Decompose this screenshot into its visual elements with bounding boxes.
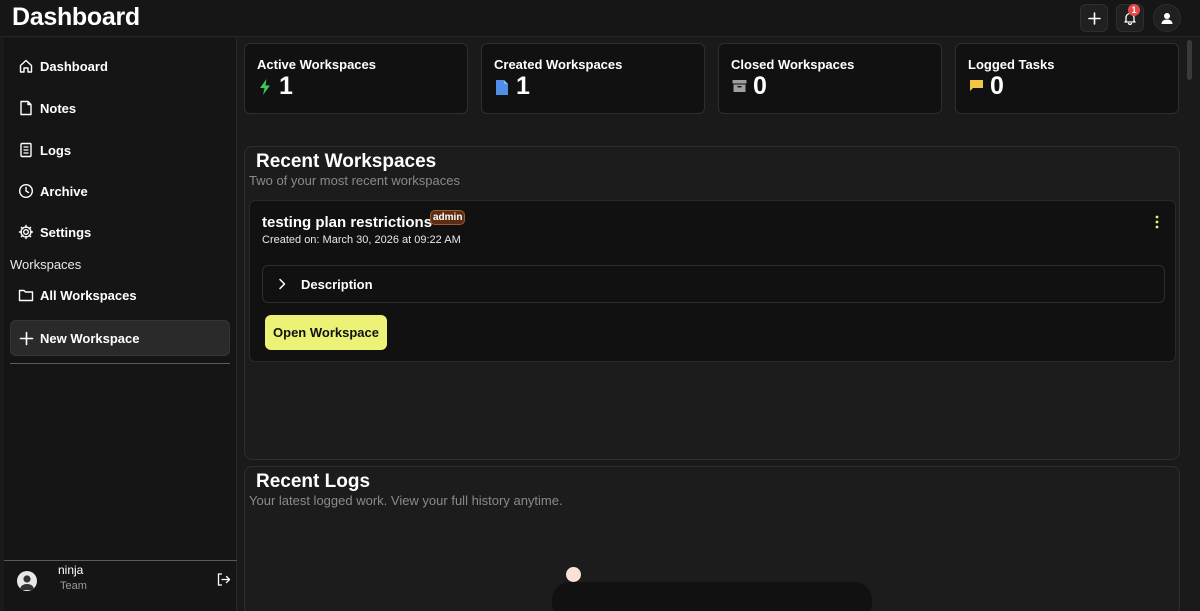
- logout-icon: [217, 573, 231, 586]
- scrollbar[interactable]: [1186, 38, 1200, 611]
- stat-title: Logged Tasks: [968, 57, 1055, 72]
- sidebar-item-label: Logs: [40, 142, 72, 158]
- logout-button[interactable]: [216, 572, 231, 592]
- workspaces-section-label: Workspaces: [10, 257, 82, 272]
- sidebar-item-label: Notes: [40, 100, 77, 116]
- stat-value: 1: [516, 72, 530, 100]
- avatar-user-icon: [20, 575, 34, 590]
- description-label: Description: [301, 277, 373, 292]
- avatar[interactable]: [17, 571, 37, 591]
- logs-icon: [20, 142, 32, 158]
- user-icon: [1161, 13, 1173, 24]
- scrollbar-thumb[interactable]: [1187, 40, 1192, 80]
- recent-workspaces-title: Recent Workspaces: [256, 151, 437, 172]
- page-title: Dashboard: [12, 3, 140, 31]
- sidebar-item-all-workspaces[interactable]: All Workspaces: [10, 281, 230, 309]
- recent-logs-subtitle: Your latest logged work. View your full …: [249, 493, 563, 508]
- new-workspace-button[interactable]: New Workspace: [10, 320, 230, 356]
- workspace-menu-button[interactable]: [1153, 214, 1161, 230]
- chevron-right-icon: [279, 278, 286, 290]
- logs-placeholder-card: [552, 582, 872, 611]
- notification-count-badge: 1: [1128, 4, 1140, 16]
- workspace-card: testing plan restrictions admin Created …: [249, 200, 1176, 362]
- stat-title: Active Workspaces: [257, 57, 376, 72]
- recent-workspaces-subtitle: Two of your most recent workspaces: [249, 173, 460, 188]
- sidebar-item-label: Settings: [40, 224, 92, 240]
- plus-icon: [1087, 11, 1101, 25]
- home-icon: [19, 59, 33, 73]
- note-icon: [20, 100, 32, 116]
- stat-value: 1: [279, 72, 293, 100]
- recent-workspaces-panel: Recent Workspaces Two of your most recen…: [244, 146, 1180, 460]
- stat-card-closed-workspaces: Closed Workspaces 0: [718, 43, 942, 114]
- top-bar: Dashboard 1: [0, 0, 1200, 37]
- stat-value: 0: [753, 72, 767, 100]
- sidebar-item-dashboard[interactable]: Dashboard: [10, 52, 230, 80]
- profile-button[interactable]: [1153, 4, 1181, 32]
- sidebar-item-label: All Workspaces: [40, 287, 137, 303]
- indicator-dot: [566, 567, 581, 582]
- description-accordion[interactable]: Description: [262, 265, 1165, 303]
- sidebar-item-notes[interactable]: Notes: [10, 94, 230, 122]
- archive-box-icon: [732, 80, 747, 92]
- sidebar-item-archive[interactable]: Archive: [10, 177, 230, 205]
- workspace-name: testing plan restrictions: [262, 214, 433, 231]
- more-vertical-icon: [1155, 215, 1159, 229]
- sidebar-item-label: Dashboard: [40, 58, 108, 74]
- stat-card-logged-tasks: Logged Tasks 0: [955, 43, 1179, 114]
- user-role: Team: [60, 580, 87, 592]
- sidebar: Dashboard Notes Logs Archive Settings Wo…: [4, 38, 237, 611]
- stat-title: Created Workspaces: [494, 57, 623, 72]
- sidebar-divider: [10, 363, 230, 364]
- document-icon: [496, 80, 508, 95]
- stat-value: 0: [990, 72, 1004, 100]
- new-workspace-label: New Workspace: [40, 330, 140, 346]
- folder-icon: [18, 289, 34, 302]
- bolt-icon: [260, 79, 270, 95]
- stat-card-created-workspaces: Created Workspaces 1: [481, 43, 705, 114]
- stat-title: Closed Workspaces: [731, 57, 855, 72]
- sidebar-item-logs[interactable]: Logs: [10, 136, 230, 164]
- add-button[interactable]: [1080, 4, 1108, 32]
- workspace-created-date: Created on: March 30, 2026 at 09:22 AM: [262, 234, 461, 246]
- gear-icon: [18, 224, 34, 240]
- notifications-button[interactable]: 1: [1116, 4, 1144, 32]
- recent-logs-title: Recent Logs: [256, 471, 371, 492]
- sidebar-item-settings[interactable]: Settings: [10, 218, 230, 246]
- user-profile-area: ninja Team: [4, 560, 237, 611]
- stat-card-active-workspaces: Active Workspaces 1: [244, 43, 468, 114]
- open-workspace-button[interactable]: Open Workspace: [265, 315, 387, 350]
- sidebar-item-label: Archive: [40, 183, 88, 199]
- flag-icon: [970, 80, 983, 91]
- user-name: ninja: [58, 563, 84, 577]
- plus-icon: [19, 331, 34, 345]
- role-badge: admin: [430, 210, 466, 225]
- clock-icon: [18, 183, 34, 199]
